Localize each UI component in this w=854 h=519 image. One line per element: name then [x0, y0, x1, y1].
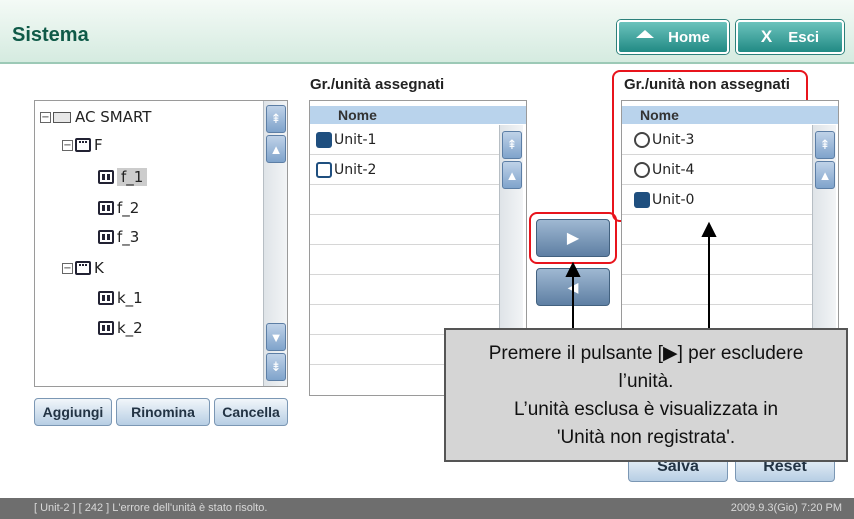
list-item[interactable] [310, 246, 500, 275]
unit-group-icon [98, 170, 114, 184]
list-item-label: Unit-2 [334, 162, 377, 178]
list-item[interactable] [310, 276, 500, 305]
scroll-bottom-button[interactable]: ⇟ [266, 353, 286, 381]
tree-item-label: K [94, 259, 104, 277]
list-item-label: Unit-0 [652, 192, 695, 208]
tree-item-f_3[interactable]: f_3 [98, 226, 139, 248]
list-item-label: Unit-3 [652, 132, 695, 148]
play-icon: ▶ [566, 230, 580, 247]
unit-icon [634, 132, 650, 148]
unit-icon [634, 162, 650, 178]
status-bar: [ Unit-2 ] [ 242 ] L'errore dell'unità è… [0, 498, 854, 519]
list-item[interactable]: Unit-4 [622, 156, 812, 185]
delete-button[interactable]: Cancella [214, 398, 288, 426]
scroll-up-button[interactable]: ▲ [815, 161, 835, 189]
tree-item-label: f_1 [117, 168, 148, 186]
status-datetime: 2009.9.3(Gio) 7:20 PM [730, 502, 842, 514]
list-item[interactable]: Unit-3 [622, 126, 812, 155]
house-unit-icon [634, 192, 650, 208]
group-icon [75, 261, 91, 275]
list-item[interactable]: Unit-0 [622, 186, 812, 215]
monitor-icon [53, 111, 71, 123]
assigned-header: Gr./unità assegnati [310, 76, 445, 93]
tree-item-k_2[interactable]: k_2 [98, 317, 143, 339]
assigned-column-header: Nome [310, 106, 526, 124]
list-item[interactable] [622, 246, 812, 275]
list-item[interactable] [310, 216, 500, 245]
collapse-icon: − [62, 139, 73, 151]
list-item[interactable] [310, 186, 500, 215]
list-item[interactable] [622, 216, 812, 245]
tree-item-label: f_3 [117, 228, 140, 246]
scroll-down-button[interactable]: ▼ [266, 323, 286, 351]
exit-button[interactable]: X Esci [736, 20, 844, 54]
tree-item-k_1[interactable]: k_1 [98, 287, 143, 309]
unit-group-icon [98, 230, 114, 244]
scroll-top-button[interactable]: ⇞ [502, 131, 522, 159]
unit-group-icon [98, 321, 114, 335]
tree-item-label: k_2 [117, 319, 143, 337]
callout-line: Premere il pulsante [▶] per escludere [488, 343, 804, 364]
status-message: [ Unit-2 ] [ 242 ] L'errore dell'unità è… [34, 502, 268, 514]
home-label: Home [668, 28, 710, 46]
tree-root-label: AC SMART [75, 108, 152, 126]
unassigned-column-header: Nome [622, 106, 838, 124]
tree-item-K[interactable]: − K [62, 257, 104, 279]
list-item[interactable]: Unit-1 [310, 126, 500, 155]
tree-item-label: F [94, 136, 103, 154]
instruction-callout: Premere il pulsante [▶] per escludere l’… [444, 328, 848, 462]
list-item[interactable]: Unit-2 [310, 156, 500, 185]
collapse-icon: − [40, 111, 51, 123]
page-title: Sistema [12, 24, 89, 46]
tree-root[interactable]: − AC SMART [40, 106, 151, 128]
tree-item-label: f_2 [117, 199, 140, 217]
play-left-icon: ◀ [567, 278, 579, 295]
callout-line: l’unità. [618, 371, 674, 392]
home-button[interactable]: Home [617, 20, 729, 54]
move-left-button[interactable]: ◀ [536, 268, 610, 306]
collapse-icon: − [62, 262, 73, 274]
scroll-top-button[interactable]: ⇞ [266, 105, 286, 133]
unit-group-icon [98, 201, 114, 215]
add-button[interactable]: Aggiungi [34, 398, 112, 426]
scroll-up-button[interactable]: ▲ [502, 161, 522, 189]
unit-icon [316, 132, 332, 148]
list-item-label: Unit-4 [652, 162, 695, 178]
tree-item-f_2[interactable]: f_2 [98, 197, 139, 219]
list-item[interactable] [622, 276, 812, 305]
unit-group-icon [98, 291, 114, 305]
tree-item-F[interactable]: − F [62, 134, 103, 156]
tree-item-f_1[interactable]: f_1 [98, 166, 148, 188]
group-icon [75, 138, 91, 152]
close-icon: X [760, 27, 773, 46]
list-item-label: Unit-1 [334, 132, 377, 148]
home-icon [636, 30, 655, 38]
callout-line: 'Unità non registrata'. [556, 427, 736, 448]
scroll-top-button[interactable]: ⇞ [815, 131, 835, 159]
tree-scrollbar[interactable]: ⇞ ▲ ▼ ⇟ [263, 101, 287, 386]
callout-line: L’unità esclusa è visualizzata in [513, 399, 779, 420]
unassigned-header: Gr./unità non assegnati [624, 76, 790, 93]
scroll-up-button[interactable]: ▲ [266, 135, 286, 163]
rename-button[interactable]: Rinomina [116, 398, 210, 426]
unit-icon [316, 162, 332, 178]
tree-item-label: k_1 [117, 289, 143, 307]
exit-label: Esci [788, 28, 820, 46]
move-right-button[interactable]: ▶ [536, 219, 610, 257]
